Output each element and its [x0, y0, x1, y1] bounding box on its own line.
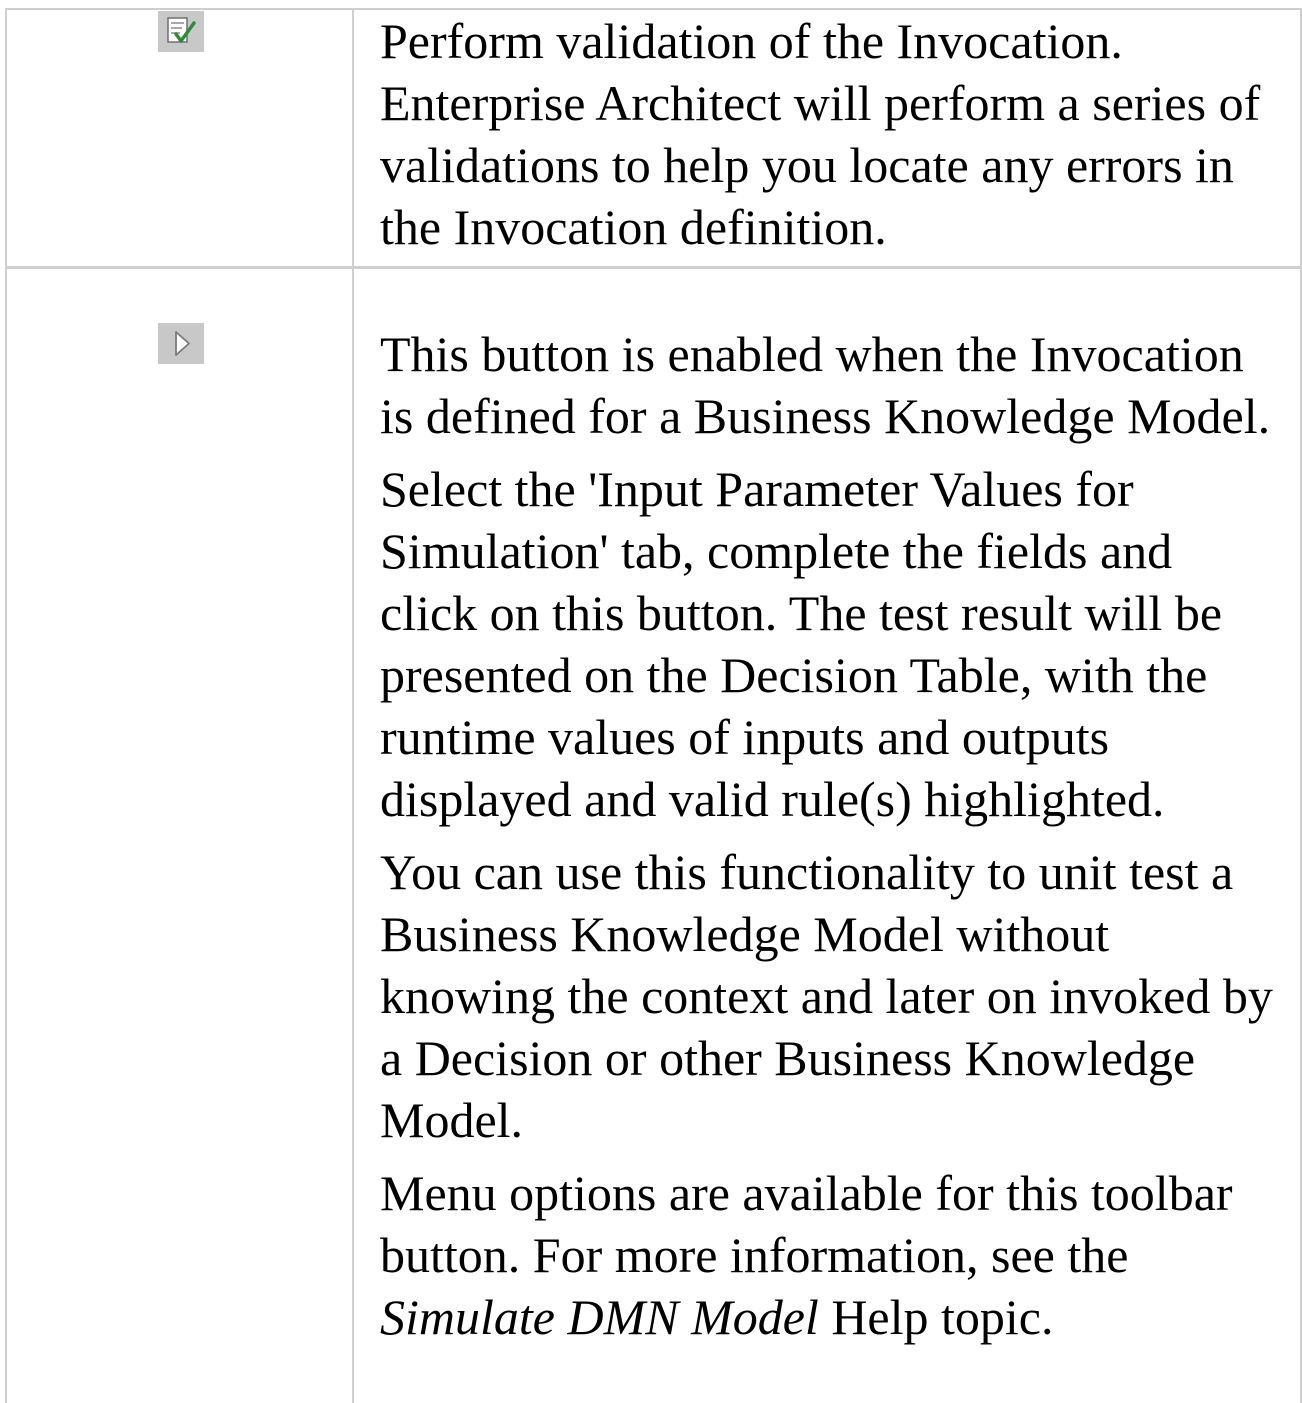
description-paragraph: This button is enabled when the Invocati… — [380, 326, 1271, 444]
table-row-run-simulation: This button is enabled when the Invocati… — [7, 269, 1300, 1403]
icon-cell — [7, 10, 352, 266]
help-topic-reference[interactable]: Simulate DMN Model — [380, 1289, 819, 1345]
description-paragraph: Select the 'Input Parameter Values for S… — [380, 461, 1223, 827]
text-segment: Menu options are available for this tool… — [380, 1165, 1233, 1283]
column-divider — [352, 10, 354, 1403]
validate-icon — [158, 11, 204, 52]
description-paragraph: You can use this functionality to unit t… — [380, 844, 1273, 1148]
description-cell: Perform validation of the Invocation. En… — [380, 10, 1280, 258]
icon-cell — [7, 269, 352, 1403]
description-paragraph: Perform validation of the Invocation. En… — [380, 13, 1261, 255]
toolbar-help-table: Perform validation of the Invocation. En… — [5, 8, 1302, 1403]
run-simulation-icon — [158, 323, 204, 364]
table-row-validate: Perform validation of the Invocation. En… — [7, 10, 1300, 266]
description-cell: This button is enabled when the Invocati… — [380, 323, 1280, 1348]
description-paragraph-menu-options: Menu options are available for this tool… — [380, 1162, 1280, 1348]
text-segment: Help topic. — [818, 1289, 1054, 1345]
